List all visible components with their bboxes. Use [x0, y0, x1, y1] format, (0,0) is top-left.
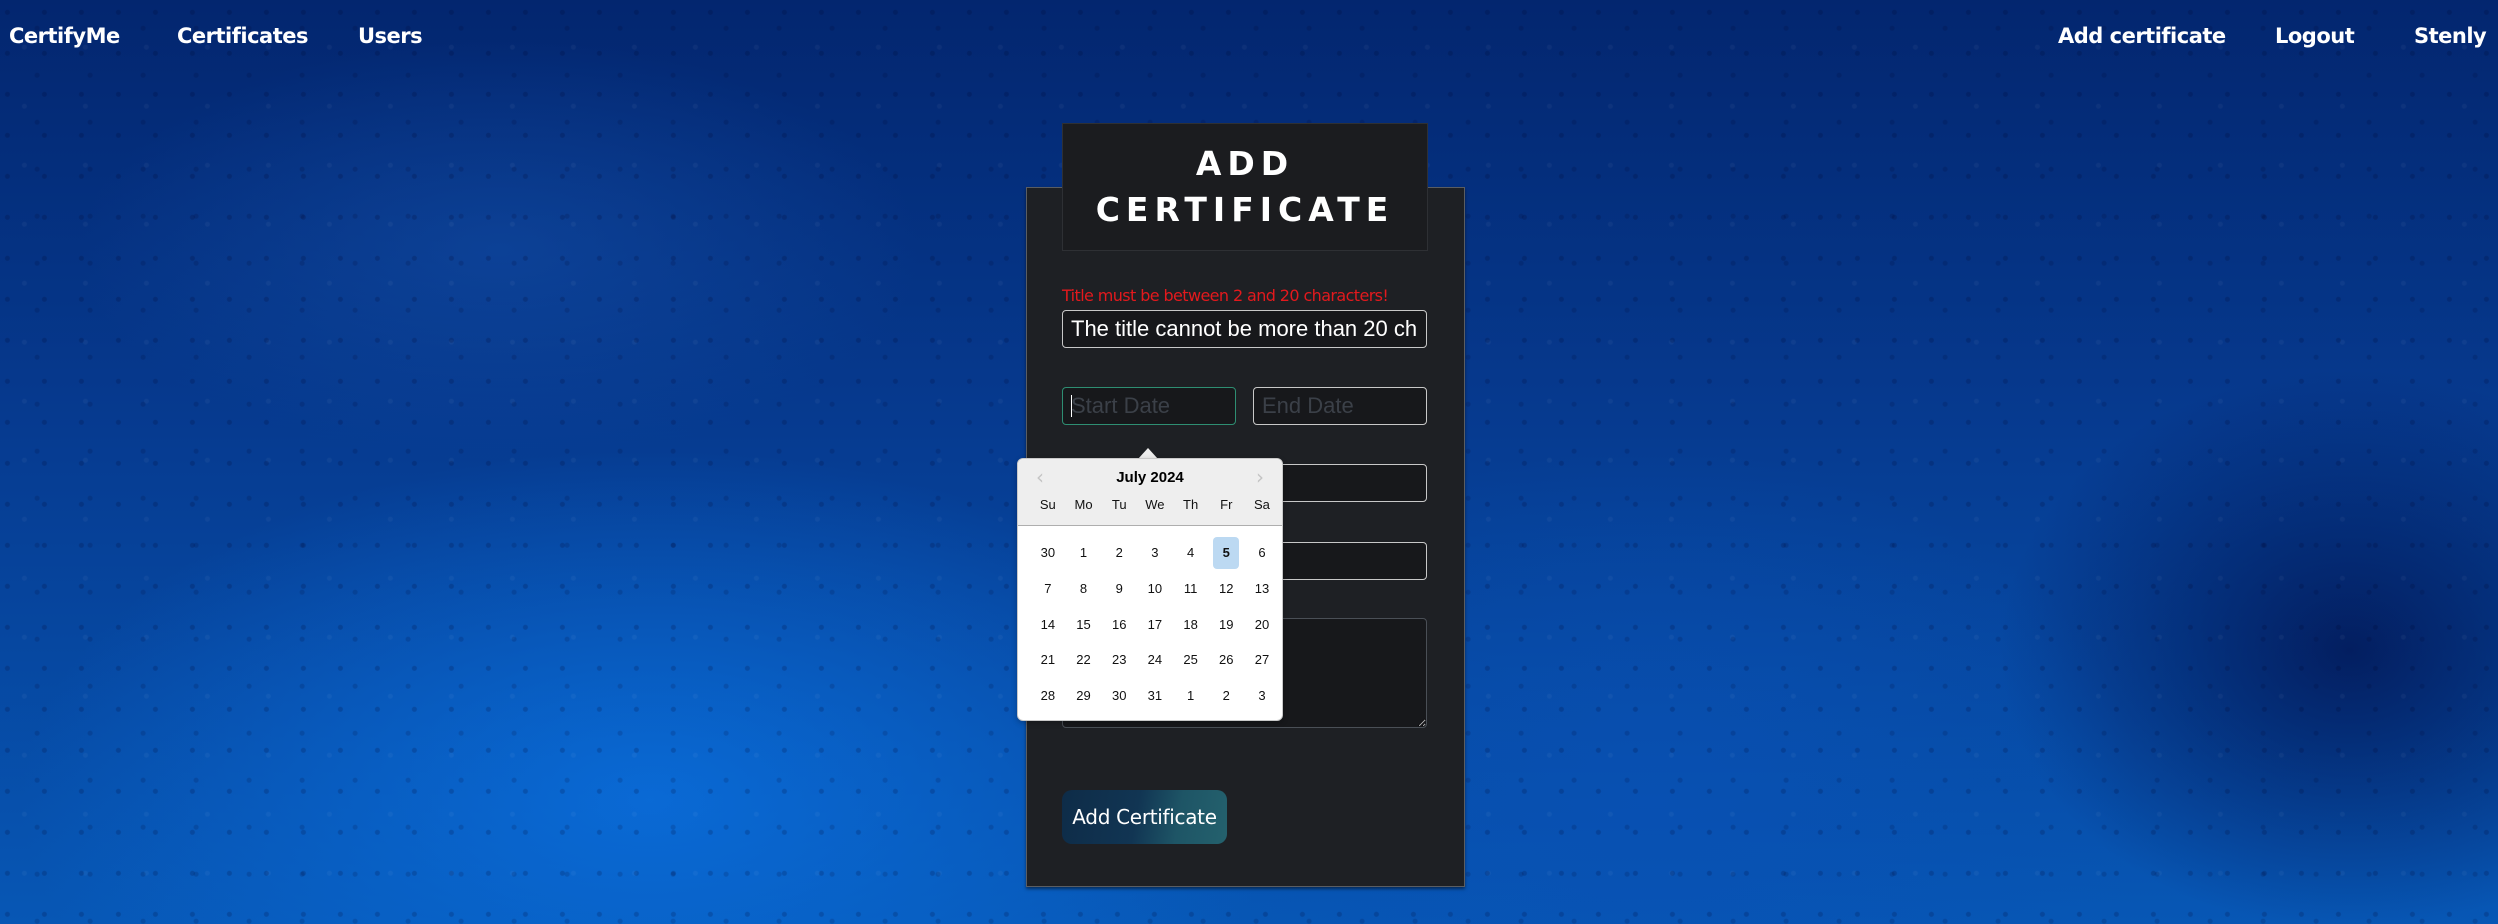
- nav-user-name[interactable]: Stenly: [2414, 24, 2487, 48]
- datepicker-day[interactable]: 27: [1244, 642, 1280, 678]
- datepicker-day[interactable]: 7: [1030, 571, 1066, 607]
- brand-logo-link[interactable]: CertifyMe: [9, 24, 120, 48]
- datepicker-day[interactable]: 19: [1208, 606, 1244, 642]
- datepicker-day[interactable]: 15: [1066, 606, 1102, 642]
- weekday-label: Tu: [1111, 497, 1127, 512]
- datepicker-day[interactable]: 20: [1244, 606, 1280, 642]
- datepicker-popup: ‹ July 2024 › Su Mo Tu We Th Fr Sa 30 1 2 3 4 5 6 7 8 9…: [1017, 458, 1283, 721]
- weekday-label: We: [1145, 497, 1165, 512]
- datepicker-day[interactable]: 16: [1101, 606, 1137, 642]
- datepicker-day[interactable]: 23: [1101, 642, 1137, 678]
- datepicker-day[interactable]: 10: [1137, 571, 1173, 607]
- datepicker-day[interactable]: 17: [1137, 606, 1173, 642]
- datepicker-day[interactable]: 28: [1030, 678, 1066, 714]
- datepicker-day[interactable]: 24: [1137, 642, 1173, 678]
- datepicker-day[interactable]: 12: [1208, 571, 1244, 607]
- datepicker-day[interactable]: 3: [1137, 535, 1173, 571]
- weekday-label: Fr: [1220, 497, 1233, 512]
- end-date-input[interactable]: [1253, 387, 1427, 425]
- datepicker-days-grid: 30 1 2 3 4 5 6 7 8 9 10 11 12 13 14 15 16 17 18 19 20 21 22 23 2…: [1030, 535, 1280, 713]
- card-title-line1: ADD: [1195, 144, 1295, 183]
- title-error-message: Title must be between 2 and 20 character…: [1062, 286, 1389, 305]
- chevron-right-icon[interactable]: ›: [1256, 465, 1264, 489]
- nav-link-certificates[interactable]: Certificates: [177, 24, 308, 48]
- add-certificate-submit-button[interactable]: Add Certificate: [1062, 790, 1227, 844]
- datepicker-weekdays: Su Mo Tu We Th Fr Sa: [1030, 497, 1280, 512]
- datepicker-day[interactable]: 30: [1030, 535, 1066, 571]
- datepicker-day[interactable]: 2: [1208, 678, 1244, 714]
- datepicker-day[interactable]: 25: [1173, 642, 1209, 678]
- datepicker-day[interactable]: 8: [1066, 571, 1102, 607]
- weekday-label: Sa: [1254, 497, 1270, 512]
- title-input[interactable]: [1062, 310, 1427, 348]
- weekday-label: Mo: [1074, 497, 1093, 512]
- datepicker-day[interactable]: 4: [1173, 535, 1209, 571]
- datepicker-header: ‹ July 2024 › Su Mo Tu We Th Fr Sa: [1018, 459, 1282, 526]
- datepicker-day[interactable]: 11: [1173, 571, 1209, 607]
- datepicker-month-label[interactable]: July 2024: [1018, 469, 1282, 486]
- weekday-label: Th: [1183, 497, 1199, 512]
- datepicker-day[interactable]: 3: [1244, 678, 1280, 714]
- start-date-input[interactable]: [1062, 387, 1236, 425]
- datepicker-day[interactable]: 22: [1066, 642, 1102, 678]
- datepicker-day[interactable]: 6: [1244, 535, 1280, 571]
- weekday-label: Su: [1039, 497, 1056, 512]
- datepicker-day[interactable]: 14: [1030, 606, 1066, 642]
- datepicker-day[interactable]: 31: [1137, 678, 1173, 714]
- datepicker-day[interactable]: 1: [1173, 678, 1209, 714]
- datepicker-day[interactable]: 9: [1101, 571, 1137, 607]
- text-cursor: [1071, 395, 1072, 417]
- datepicker-day[interactable]: 26: [1208, 642, 1244, 678]
- datepicker-day[interactable]: 2: [1101, 535, 1137, 571]
- datepicker-day[interactable]: 13: [1244, 571, 1280, 607]
- nav-link-logout[interactable]: Logout: [2275, 24, 2355, 48]
- card-header: ADD CERTIFICATE: [1062, 123, 1428, 251]
- nav-link-add-certificate[interactable]: Add certificate: [2058, 24, 2226, 48]
- datepicker-day[interactable]: 21: [1030, 642, 1066, 678]
- datepicker-day[interactable]: 18: [1173, 606, 1209, 642]
- datepicker-day[interactable]: 1: [1066, 535, 1102, 571]
- nav-link-users[interactable]: Users: [358, 24, 423, 48]
- card-title-line2: CERTIFICATE: [1095, 190, 1395, 229]
- datepicker-day[interactable]: 29: [1066, 678, 1102, 714]
- datepicker-day[interactable]: 30: [1101, 678, 1137, 714]
- datepicker-day-today[interactable]: 5: [1213, 537, 1240, 569]
